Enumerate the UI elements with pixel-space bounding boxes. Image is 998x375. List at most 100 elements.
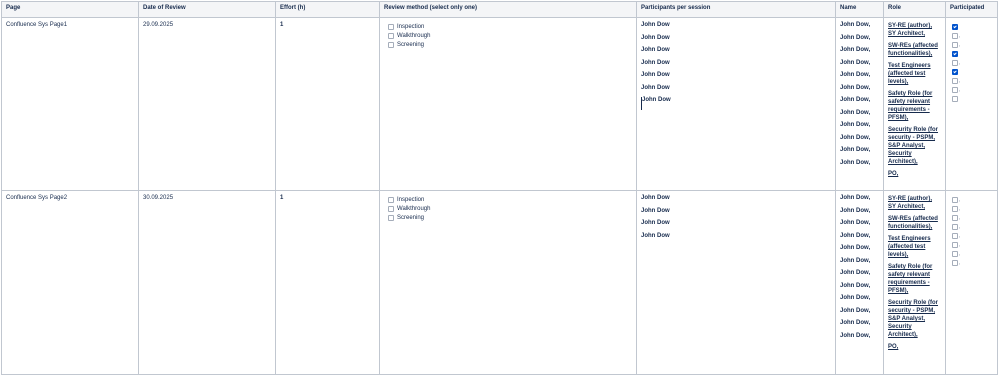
review-method-option[interactable]: Screening: [384, 213, 632, 222]
role-link: Test Engineers (affected test levels),: [888, 63, 931, 85]
participated-option[interactable]: ,: [950, 231, 993, 240]
participated-option[interactable]: ,: [950, 258, 993, 267]
participated-checkbox[interactable]: [952, 23, 958, 30]
col-header-role[interactable]: Role: [883, 1, 946, 18]
participated-cell[interactable]: ,,,,,: [945, 17, 998, 191]
effort-value: 1: [280, 195, 284, 201]
review-method-option[interactable]: Walkthrough: [384, 31, 632, 40]
participated-checkbox[interactable]: [952, 223, 958, 230]
participant-mention: John Dow: [641, 47, 670, 53]
method-checkbox[interactable]: [388, 32, 394, 39]
method-checkbox[interactable]: [388, 214, 394, 221]
review-method-option[interactable]: Inspection: [384, 22, 632, 31]
participated-checkbox[interactable]: [952, 41, 958, 48]
participated-option[interactable]: [950, 49, 993, 58]
effort-cell[interactable]: 1: [275, 190, 380, 375]
name-entry: John Dow,: [840, 307, 871, 314]
participated-option[interactable]: ,: [950, 195, 993, 204]
participant-mention: John Dow: [641, 34, 670, 41]
participated-checkbox[interactable]: [952, 205, 958, 212]
method-label: Inspection: [397, 196, 425, 203]
method-checkbox[interactable]: [388, 23, 394, 30]
role-link: PO,: [888, 344, 899, 350]
name-entry: John Dow,: [840, 122, 871, 128]
participated-checkbox[interactable]: [952, 241, 958, 248]
participated-option[interactable]: ,: [950, 249, 993, 258]
method-checkbox[interactable]: [388, 205, 394, 212]
participated-option[interactable]: [950, 94, 993, 103]
name-entry: John Dow,: [840, 22, 871, 28]
participated-option[interactable]: ,: [950, 31, 993, 40]
participants-cell[interactable]: John Dow John Dow John Dow John Dow John Dow…: [636, 17, 836, 191]
role-cell[interactable]: SY-RE (author), SY Architect, SW-REs (aff…: [883, 190, 946, 375]
name-cell[interactable]: John Dow, John Dow, John Dow, John Dow, John…: [835, 17, 884, 191]
participated-option[interactable]: ,: [950, 204, 993, 213]
participated-checkbox[interactable]: [952, 86, 958, 93]
name-entry: John Dow,: [840, 84, 871, 91]
name-entry: John Dow,: [840, 332, 871, 339]
col-header-page[interactable]: Page: [1, 1, 139, 18]
participated-checkbox[interactable]: [952, 214, 958, 221]
page-link: Confluence Sys Page1: [6, 22, 68, 28]
name-entry: John Dow,: [840, 147, 871, 153]
date-cell[interactable]: 29.09.2025: [138, 17, 276, 191]
page-cell[interactable]: Confluence Sys Page1: [1, 17, 139, 191]
role-link: Security Role (for security - PSPM, S&P …: [888, 300, 939, 338]
participated-checkbox[interactable]: [952, 196, 958, 203]
participant-mention: John Dow: [641, 84, 670, 91]
role-cell[interactable]: SY-RE (author), SY Architect, SW-REs (aff…: [883, 17, 946, 191]
name-cell[interactable]: John Dow, John Dow, John Dow, John Dow, John…: [835, 190, 884, 375]
participated-option[interactable]: ,: [950, 240, 993, 249]
method-checkbox[interactable]: [388, 196, 394, 203]
participated-checkbox[interactable]: [952, 32, 958, 39]
review-method-option[interactable]: Inspection: [384, 195, 632, 204]
participated-option[interactable]: ,: [950, 222, 993, 231]
name-entry: John Dow,: [840, 134, 871, 141]
participated-checkbox[interactable]: [952, 95, 958, 102]
col-header-name[interactable]: Name: [835, 1, 884, 18]
participated-checkbox[interactable]: [952, 77, 958, 84]
participated-option[interactable]: ,: [950, 85, 993, 94]
review-method-option[interactable]: Screening: [384, 40, 632, 49]
review-method-option[interactable]: Walkthrough: [384, 204, 632, 213]
effort-cell[interactable]: 1: [275, 17, 380, 191]
method-checkbox[interactable]: [388, 41, 394, 48]
col-header-date[interactable]: Date of Review: [138, 1, 276, 18]
col-header-participants[interactable]: Participants per session: [636, 1, 836, 18]
participated-checkbox[interactable]: [952, 59, 958, 66]
participants-cell[interactable]: John Dow John Dow John Dow John Dow: [636, 190, 836, 375]
method-label: Walkthrough: [397, 32, 431, 39]
page-cell[interactable]: Confluence Sys Page2: [1, 190, 139, 375]
participant-mention: John Dow: [641, 22, 670, 28]
participated-checkbox[interactable]: [952, 68, 958, 75]
role-link: Security Role (for security - PSPM, S&P …: [888, 127, 939, 165]
participated-checkbox[interactable]: [952, 259, 958, 266]
participant-mention: John Dow: [641, 59, 670, 66]
participated-cell[interactable]: ,,,,,,,,: [945, 190, 998, 375]
participated-option[interactable]: [950, 67, 993, 76]
participated-option[interactable]: ,: [950, 76, 993, 85]
date-cell[interactable]: 30.09.2025: [138, 190, 276, 375]
name-entry: John Dow,: [840, 34, 871, 41]
review-table: Page Date of Review Effort (h) Review me…: [1, 1, 998, 375]
participated-separator: ,: [959, 250, 961, 257]
participated-option[interactable]: ,: [950, 40, 993, 49]
col-header-participated[interactable]: Participated: [945, 1, 998, 18]
participated-checkbox[interactable]: [952, 50, 958, 57]
participant-mention: John Dow: [641, 232, 670, 239]
method-cell[interactable]: Inspection Walkthrough Screening: [379, 190, 637, 375]
participated-checkbox[interactable]: [952, 232, 958, 239]
col-header-effort[interactable]: Effort (h): [275, 1, 380, 18]
header-row: Page Date of Review Effort (h) Review me…: [1, 1, 998, 18]
participated-option[interactable]: [950, 22, 993, 31]
participated-option[interactable]: ,: [950, 213, 993, 222]
col-header-method[interactable]: Review method (select only one): [379, 1, 637, 18]
participated-option[interactable]: ,: [950, 58, 993, 67]
participated-checkbox[interactable]: [952, 250, 958, 257]
name-entry: John Dow,: [840, 245, 871, 251]
role-link: SY-RE (author), SY Architect,: [888, 23, 933, 37]
name-entry: John Dow,: [840, 282, 871, 289]
method-cell[interactable]: Inspection Walkthrough Screening: [379, 17, 637, 191]
participant-mention: John Dow: [641, 220, 670, 226]
participated-separator: ,: [959, 259, 961, 266]
